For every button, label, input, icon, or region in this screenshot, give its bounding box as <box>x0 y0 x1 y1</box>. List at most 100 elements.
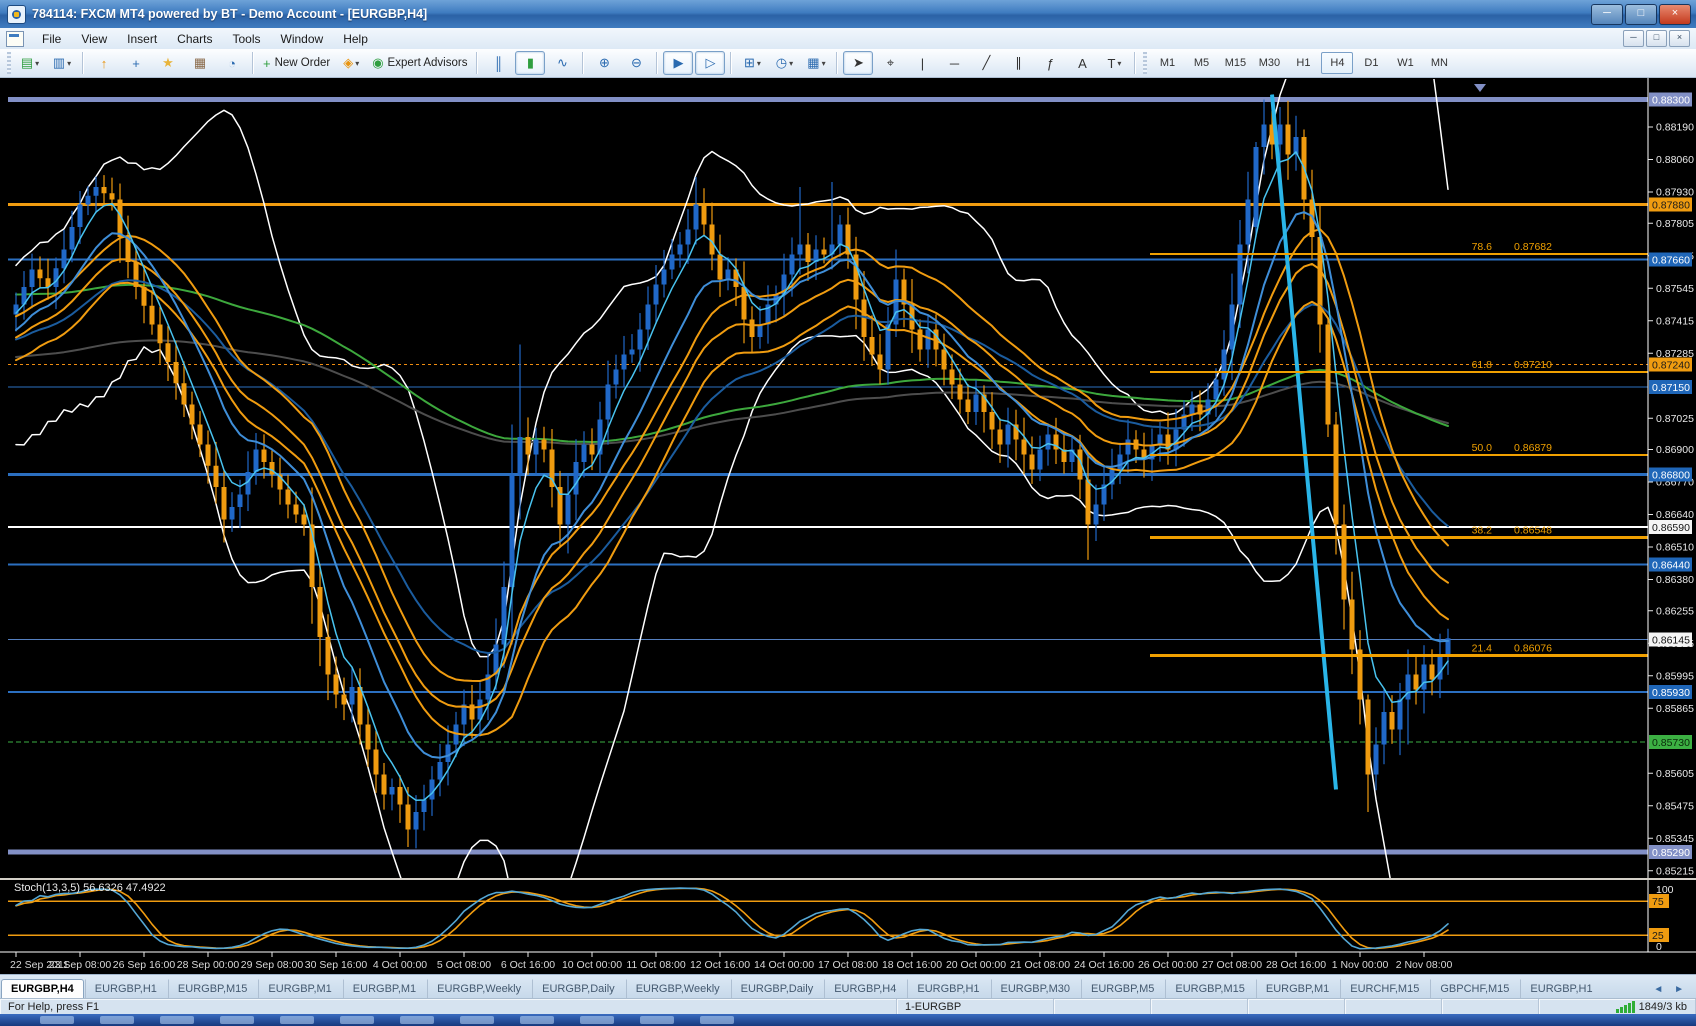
line-chart-button[interactable]: ∿ <box>547 51 577 75</box>
terminal-button[interactable]: ▦ <box>185 51 215 75</box>
chart-tab-8[interactable]: EURGBP,Daily <box>730 979 824 999</box>
new-window-icon: ⊞ <box>743 55 755 70</box>
label-button[interactable]: T ▾ <box>1099 51 1129 75</box>
text-button[interactable]: A <box>1067 51 1097 75</box>
chart-tab-13[interactable]: EURGBP,M15 <box>1165 979 1255 999</box>
auto-scroll-button[interactable]: ▶ <box>663 51 694 75</box>
svg-text:0.88300: 0.88300 <box>1652 95 1690 107</box>
fibonacci-button[interactable]: ƒ <box>1035 51 1065 75</box>
zoom-out-button[interactable]: ⊖ <box>621 51 651 75</box>
chart-tab-4[interactable]: EURGBP,M1 <box>342 979 426 999</box>
chart-tab-15[interactable]: EURCHF,M15 <box>1340 979 1429 999</box>
chart-shift-button[interactable]: ▷ <box>695 51 726 75</box>
dropdown-arrow-icon[interactable]: ▾ <box>757 59 761 68</box>
chart-tab-16[interactable]: GBPCHF,M15 <box>1430 979 1519 999</box>
new-window-button[interactable]: ⊞ ▾ <box>737 51 767 75</box>
chart-tab-0[interactable]: EURGBP,H4 <box>1 979 84 999</box>
menu-tools[interactable]: Tools <box>223 30 271 48</box>
taskbar-item[interactable] <box>400 1016 434 1024</box>
crosshair-button[interactable]: ⌖ <box>875 51 905 75</box>
chart-tab-12[interactable]: EURGBP,M5 <box>1081 979 1164 999</box>
price-chart[interactable]: 78.6 0.87682 61.8 0.87210 50.0 0.86879 38.2 0.8… <box>0 78 1696 974</box>
chart-window-icon[interactable] <box>6 30 24 47</box>
bar-chart-button[interactable]: ║ <box>483 51 513 75</box>
svg-text:0.88190: 0.88190 <box>1656 122 1694 134</box>
channel-button[interactable]: ∥ <box>1003 51 1033 75</box>
new-order-button[interactable]: + New Order <box>259 51 334 75</box>
menu-window[interactable]: Window <box>271 30 334 48</box>
dropdown-arrow-icon[interactable]: ▾ <box>1117 59 1121 68</box>
menu-help[interactable]: Help <box>333 30 378 48</box>
taskbar-item[interactable] <box>580 1016 614 1024</box>
candlestick-chart-button[interactable]: ▮ <box>515 51 546 75</box>
maximize-button[interactable]: □ <box>1625 3 1657 25</box>
autotrading-arrow-button[interactable]: ◈ ▾ <box>336 51 366 75</box>
templates-button[interactable]: ▦ ▾ <box>801 51 831 75</box>
strategy-tester-button[interactable]: ◔ <box>217 51 247 75</box>
minimize-button[interactable]: ─ <box>1591 3 1623 25</box>
chart-tab-2[interactable]: EURGBP,M15 <box>167 979 258 999</box>
mdi-close-button[interactable]: × <box>1669 30 1690 47</box>
taskbar-item[interactable] <box>520 1016 554 1024</box>
timeframe-mn-button[interactable]: MN <box>1423 52 1455 74</box>
chart-tab-1[interactable]: EURGBP,H1 <box>84 979 167 999</box>
chart-tab-10[interactable]: EURGBP,H1 <box>907 979 989 999</box>
timeframe-m15-button[interactable]: M15 <box>1219 52 1251 74</box>
data-window-button[interactable]: + <box>121 51 151 75</box>
cursor-button[interactable]: ➤ <box>843 51 874 75</box>
timeframe-m5-button[interactable]: M5 <box>1185 52 1217 74</box>
chart-tab-14[interactable]: EURGBP,M1 <box>1255 979 1339 999</box>
market-watch-button[interactable]: ↑ <box>89 51 119 75</box>
profiles-button[interactable]: ▥ ▾ <box>47 51 77 75</box>
timeframe-w1-button[interactable]: W1 <box>1389 52 1421 74</box>
chart-tab-6[interactable]: EURGBP,Daily <box>532 979 625 999</box>
close-button[interactable]: × <box>1659 3 1691 25</box>
window-controls: ─ □ × <box>1591 3 1696 25</box>
svg-text:28 Sep 00:00: 28 Sep 00:00 <box>177 959 240 971</box>
timeframe-h1-button[interactable]: H1 <box>1287 52 1319 74</box>
taskbar-item[interactable] <box>100 1016 134 1024</box>
menu-file[interactable]: File <box>32 30 71 48</box>
tab-scroll-arrows[interactable]: ◄ ► <box>1653 984 1696 999</box>
title-bar[interactable]: 784114: FXCM MT4 powered by BT - Demo Ac… <box>0 0 1696 28</box>
navigator-button[interactable]: ★ <box>153 51 183 75</box>
taskbar-item[interactable] <box>160 1016 194 1024</box>
mdi-minimize-button[interactable]: ─ <box>1623 30 1644 47</box>
status-connection-cell: 1849/3 kb <box>1539 999 1696 1015</box>
taskbar-item[interactable] <box>220 1016 254 1024</box>
expert-advisors-button[interactable]: ◉ Expert Advisors <box>368 51 471 75</box>
trendline-button[interactable]: ╱ <box>971 51 1001 75</box>
chart-tab-9[interactable]: EURGBP,H4 <box>824 979 906 999</box>
dropdown-arrow-icon[interactable]: ▾ <box>822 59 826 68</box>
timeframe-d1-button[interactable]: D1 <box>1355 52 1387 74</box>
chart-area[interactable]: 78.6 0.87682 61.8 0.87210 50.0 0.86879 38.2 0.8… <box>0 78 1696 974</box>
chart-tab-17[interactable]: EURGBP,H1 <box>1520 979 1602 999</box>
timeframe-m1-button[interactable]: M1 <box>1151 52 1183 74</box>
chart-tab-5[interactable]: EURGBP,Weekly <box>427 979 531 999</box>
taskbar-item[interactable] <box>340 1016 374 1024</box>
taskbar-item[interactable] <box>40 1016 74 1024</box>
dropdown-arrow-icon[interactable]: ▾ <box>35 59 39 68</box>
dropdown-arrow-icon[interactable]: ▾ <box>67 59 71 68</box>
vertical-line-button[interactable]: | <box>907 51 937 75</box>
zoom-in-button[interactable]: ⊕ <box>589 51 619 75</box>
dropdown-arrow-icon[interactable]: ▾ <box>355 59 359 68</box>
menu-insert[interactable]: Insert <box>117 30 167 48</box>
periods-button[interactable]: ◷ ▾ <box>769 51 799 75</box>
timeframe-m30-button[interactable]: M30 <box>1253 52 1285 74</box>
new-chart-button[interactable]: ▤ ▾ <box>15 51 45 75</box>
chart-tab-7[interactable]: EURGBP,Weekly <box>625 979 730 999</box>
menu-charts[interactable]: Charts <box>167 30 222 48</box>
horizontal-line-button[interactable]: ─ <box>939 51 969 75</box>
taskbar-item[interactable] <box>700 1016 734 1024</box>
dropdown-arrow-icon[interactable]: ▾ <box>789 59 793 68</box>
taskbar-item[interactable] <box>280 1016 314 1024</box>
mdi-restore-button[interactable]: □ <box>1646 30 1667 47</box>
timeframe-h4-button[interactable]: H4 <box>1321 52 1354 74</box>
windows-taskbar[interactable] <box>0 1014 1696 1026</box>
chart-tab-11[interactable]: EURGBP,M30 <box>990 979 1081 999</box>
menu-view[interactable]: View <box>71 30 117 48</box>
chart-tab-3[interactable]: EURGBP,M1 <box>258 979 341 999</box>
taskbar-item[interactable] <box>460 1016 494 1024</box>
taskbar-item[interactable] <box>640 1016 674 1024</box>
